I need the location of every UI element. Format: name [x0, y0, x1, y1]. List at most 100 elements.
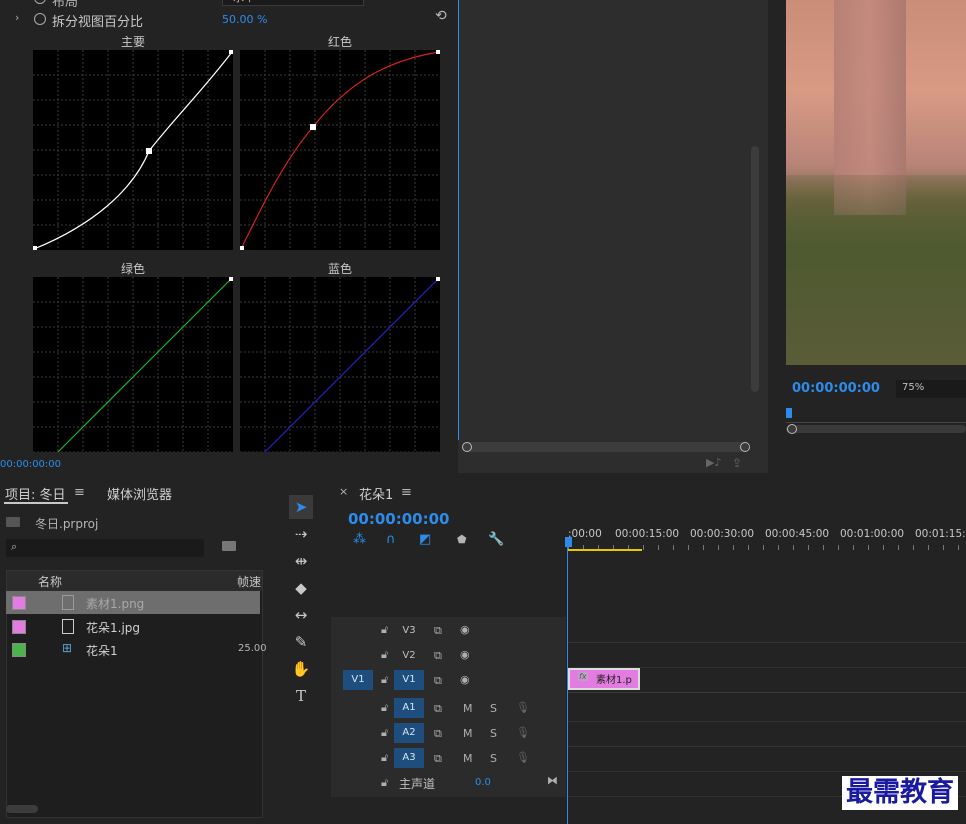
snap-icon[interactable]: ∩	[386, 532, 396, 547]
zoom-dropdown[interactable]: 75%	[896, 380, 966, 398]
folder-up-icon[interactable]	[6, 517, 20, 527]
sequence-menu-icon[interactable]: ≡	[401, 485, 412, 500]
source-patch-v1[interactable]: V1	[343, 670, 373, 690]
nest-icon[interactable]: ⁂	[353, 532, 366, 547]
lock-icon[interactable]: 🔓︎	[381, 673, 388, 687]
ripple-edit-tool-icon[interactable]: ⇹	[289, 549, 313, 573]
mute-button[interactable]: M	[463, 727, 473, 740]
scroll-handle-right[interactable]	[740, 442, 750, 452]
curve-graph-master[interactable]	[33, 50, 233, 250]
lock-icon[interactable]: 🔓︎	[381, 776, 388, 790]
tab-media-browser[interactable]: 媒体浏览器	[107, 484, 172, 503]
solo-button[interactable]: S	[490, 752, 497, 765]
column-fps[interactable]: 帧速	[237, 573, 261, 590]
selection-tool-icon[interactable]: ➤	[289, 495, 313, 519]
program-ruler[interactable]	[786, 408, 966, 423]
mute-button[interactable]: M	[463, 702, 473, 715]
export-icon[interactable]: ⇪	[732, 456, 742, 470]
type-tool-icon[interactable]: T	[289, 684, 313, 708]
track-select-tool-icon[interactable]: ⇢	[289, 522, 313, 546]
sync-lock-icon[interactable]: ⧉	[434, 649, 442, 663]
reset-radio-icon[interactable]	[34, 0, 46, 4]
scroll-handle-left[interactable]	[462, 442, 472, 452]
lock-icon[interactable]: 🔓︎	[381, 623, 388, 637]
horizontal-scrollbar[interactable]	[462, 442, 750, 452]
go-to-end-icon[interactable]: ⧓	[547, 774, 558, 787]
new-bin-icon[interactable]	[222, 541, 236, 551]
timeline-timecode[interactable]: 00:00:00:00	[348, 510, 450, 528]
play-audio-icon[interactable]: ▶♪	[706, 456, 721, 469]
lock-icon[interactable]: 🔓︎	[381, 701, 388, 715]
clip-fx-badge[interactable]: fx	[578, 672, 588, 681]
microphone-icon[interactable]: 🎙︎	[516, 726, 530, 739]
program-scrollbar[interactable]	[786, 424, 966, 434]
track-target-a2[interactable]: A2	[394, 723, 424, 743]
add-marker-icon[interactable]: ⬟	[457, 533, 467, 546]
item-name: 素材1.png	[86, 597, 145, 611]
curve-graph-blue[interactable]	[240, 277, 440, 452]
sync-lock-icon[interactable]: ⧉	[434, 727, 442, 741]
effects-timecode[interactable]: 00:00:00:00	[0, 459, 61, 470]
sync-lock-icon[interactable]: ⧉	[434, 702, 442, 716]
solo-button[interactable]: S	[490, 702, 497, 715]
pen-tool-icon[interactable]: ✎	[289, 630, 313, 654]
solo-button[interactable]: S	[490, 727, 497, 740]
list-item[interactable]: 素材1.png	[6, 591, 260, 614]
list-item[interactable]: ⊞ 花朵1 25.00	[6, 638, 267, 661]
close-tab-icon[interactable]: ×	[339, 485, 348, 498]
split-percent-value[interactable]: 50.00 %	[222, 13, 267, 26]
master-volume-value[interactable]: 0.0	[475, 777, 491, 788]
column-name[interactable]: 名称	[38, 573, 62, 590]
lock-icon[interactable]: 🔓︎	[381, 751, 388, 765]
stopwatch-icon[interactable]	[34, 13, 46, 25]
razor-tool-icon[interactable]: ◆	[289, 576, 313, 600]
microphone-icon[interactable]: 🎙︎	[516, 701, 530, 714]
curve-graph-green[interactable]	[33, 277, 233, 452]
eye-icon[interactable]: ◉	[460, 648, 470, 661]
project-file-name: 冬日.prproj	[35, 517, 99, 531]
expand-chevron-icon[interactable]: ›	[15, 11, 19, 24]
track-target-v2[interactable]: V2	[394, 646, 424, 666]
lock-icon[interactable]: 🔓︎	[381, 726, 388, 740]
label-color-swatch[interactable]	[12, 643, 26, 657]
settings-wrench-icon[interactable]: 🔧	[488, 532, 504, 547]
program-timecode[interactable]: 00:00:00:00	[792, 381, 880, 396]
linked-selection-icon[interactable]: ◩	[419, 532, 431, 547]
sync-lock-icon[interactable]: ⧉	[434, 674, 442, 688]
track-target-v1[interactable]: V1	[394, 670, 424, 690]
layout-dropdown[interactable]: 水平	[222, 0, 364, 6]
program-video-frame	[786, 0, 966, 365]
program-scroll-handle[interactable]	[787, 424, 797, 434]
vertical-scrollbar[interactable]	[751, 146, 759, 392]
tab-sequence[interactable]: 花朵1	[359, 484, 393, 503]
mute-button[interactable]: M	[463, 752, 473, 765]
curve-label-master: 主要	[120, 35, 145, 49]
sync-lock-icon[interactable]: ⧉	[434, 752, 442, 766]
track-target-v3[interactable]: V3	[394, 621, 424, 641]
sync-lock-icon[interactable]: ⧉	[434, 624, 442, 638]
microphone-icon[interactable]: 🎙︎	[516, 751, 530, 764]
curve-graph-red[interactable]	[240, 50, 440, 250]
eye-icon[interactable]: ◉	[460, 623, 470, 636]
project-search-field[interactable]: ⌕	[6, 539, 204, 557]
track-target-a3[interactable]: A3	[394, 748, 424, 768]
tab-project[interactable]: 项目: 冬日	[5, 484, 66, 503]
slip-tool-icon[interactable]: ↔	[289, 603, 313, 627]
program-playhead[interactable]	[786, 408, 792, 418]
label-color-swatch[interactable]	[12, 596, 26, 610]
ruler-label: 00:01:00:00	[840, 528, 905, 540]
track-header-a2: 🔓︎ A2 ⧉ M S 🎙︎	[331, 722, 566, 746]
eye-icon[interactable]: ◉	[460, 673, 470, 686]
track-target-a1[interactable]: A1	[394, 698, 424, 718]
lock-icon[interactable]: 🔓︎	[381, 648, 388, 662]
list-item[interactable]: 花朵1.jpg	[6, 615, 260, 638]
project-menu-icon[interactable]: ≡	[74, 485, 85, 500]
label-color-swatch[interactable]	[12, 620, 26, 634]
reset-icon[interactable]: ⟲	[435, 8, 447, 24]
work-area-bar[interactable]	[568, 549, 642, 551]
hand-tool-icon[interactable]: ✋	[289, 657, 313, 681]
video-clip[interactable]: fx 素材1.p	[568, 668, 640, 690]
project-horizontal-scroll[interactable]	[6, 805, 38, 813]
ruler-label: 00:00:45:00	[765, 528, 830, 540]
master-label: 主声道	[399, 777, 436, 791]
